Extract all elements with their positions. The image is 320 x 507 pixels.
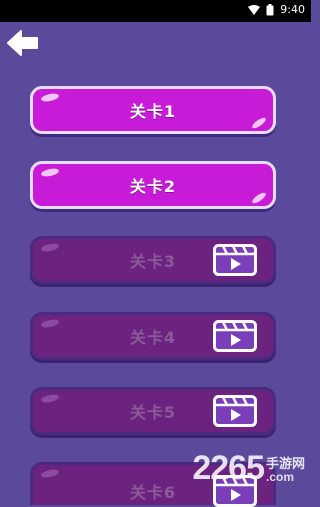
wifi-icon (248, 4, 261, 15)
button-shine (40, 468, 60, 479)
status-icons: 9:40 (248, 3, 305, 16)
level-label: 关卡1 (129, 102, 177, 121)
level-button-2[interactable]: 关卡2 (30, 161, 276, 209)
watermark-number: 2265 (192, 449, 265, 487)
watermark-com: .com (265, 470, 294, 484)
level-button-3[interactable]: 关卡3 (30, 236, 276, 284)
watermark: 2265 手游网 .com (192, 451, 305, 485)
level-button-1[interactable]: 关卡1 (30, 86, 276, 134)
level-button-4[interactable]: 关卡4 (30, 312, 276, 360)
status-bar: 9:40 (0, 0, 311, 22)
video-ad-icon (213, 320, 257, 352)
video-ad-icon (213, 244, 257, 276)
watermark-text: 手游网 .com (266, 458, 305, 485)
battery-icon (266, 3, 274, 16)
level-button-5[interactable]: 关卡5 (30, 387, 276, 435)
status-time: 9:40 (280, 3, 305, 16)
arrow-left-icon (7, 30, 38, 56)
back-button[interactable] (6, 28, 40, 58)
level-label: 关卡2 (129, 177, 177, 196)
video-ad-icon (213, 395, 257, 427)
